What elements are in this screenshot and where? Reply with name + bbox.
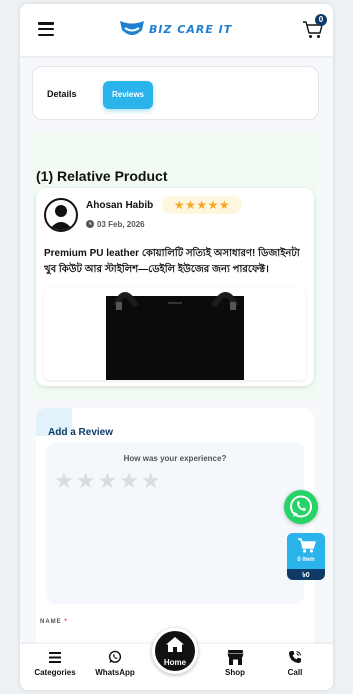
nav-home[interactable]: Home — [152, 628, 198, 674]
whatsapp-float-button[interactable] — [284, 490, 318, 524]
top-header: BIZ CARE IT 0 — [20, 4, 333, 56]
phone-icon — [289, 651, 301, 663]
nav-shop[interactable]: Shop — [205, 648, 265, 677]
reviewer-name: Ahosan Habib — [86, 200, 154, 211]
experience-prompt: How was your experience? — [123, 454, 227, 463]
cart-count-badge: 0 — [315, 14, 327, 26]
review-date: 03 Feb, 2026 — [86, 220, 145, 229]
app-frame: BIZ CARE IT 0 Details Reviews (1) Relati… — [20, 4, 333, 690]
nav-home-label: Home — [163, 658, 187, 667]
list-icon — [49, 651, 61, 663]
product-tabs: Details Reviews — [32, 66, 319, 120]
section-title: (1) Relative Product — [36, 168, 168, 184]
nav-whatsapp[interactable]: WhatsApp — [85, 648, 145, 677]
logo-mark-icon — [120, 21, 144, 35]
brand-logo[interactable]: BIZ CARE IT — [118, 16, 232, 42]
floating-cart-total: ৳0 — [302, 572, 310, 579]
name-label-text: NAME — [40, 619, 62, 625]
floating-cart-top: 0 item — [287, 533, 325, 569]
floating-cart[interactable]: 0 item ৳0 — [287, 533, 325, 580]
whatsapp-outline-icon — [108, 650, 122, 663]
clock-icon — [86, 220, 94, 228]
review-rating-stars: ★★★★★ — [162, 196, 242, 214]
rating-input-stars[interactable]: ★★★★★ — [54, 468, 163, 494]
logo-text: BIZ CARE IT — [149, 22, 233, 36]
shop-icon — [227, 649, 243, 665]
nav-call[interactable]: Call — [265, 648, 325, 677]
reviewer-avatar — [44, 198, 78, 232]
user-icon — [49, 205, 73, 230]
experience-box — [46, 442, 304, 604]
required-mark: * — [64, 619, 68, 625]
tab-details[interactable]: Details — [47, 89, 77, 99]
leather-bag-image — [44, 288, 306, 380]
menu-icon[interactable] — [38, 22, 54, 37]
review-product-image[interactable] — [44, 288, 306, 380]
review-date-text: 03 Feb, 2026 — [97, 220, 145, 229]
add-review-title: Add a Review — [48, 427, 114, 438]
whatsapp-icon — [290, 495, 312, 518]
tab-reviews[interactable]: Reviews — [103, 81, 153, 109]
review-text: Premium PU leather কোয়ালিটি সত্যিই অসাধ… — [44, 248, 300, 275]
home-icon — [166, 637, 184, 652]
nav-call-label: Call — [287, 668, 303, 677]
nav-categories[interactable]: Categories — [25, 648, 85, 677]
floating-cart-items: 0 item — [297, 557, 315, 563]
floating-cart-icon — [298, 538, 316, 553]
nav-categories-label: Categories — [34, 668, 76, 677]
name-field-label: NAME * — [40, 619, 68, 625]
nav-whatsapp-label: WhatsApp — [95, 668, 135, 677]
review-card: Ahosan Habib ★★★★★ 03 Feb, 2026 Premium … — [36, 188, 314, 386]
nav-shop-label: Shop — [225, 668, 245, 677]
